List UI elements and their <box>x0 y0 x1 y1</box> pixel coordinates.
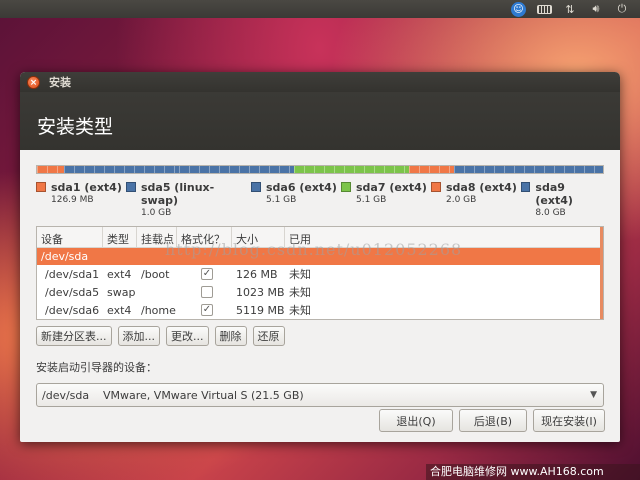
accessibility-icon[interactable]: ☺ <box>511 1 526 17</box>
legend-size: 126.9 MB <box>51 195 94 205</box>
cell-used: 未知 <box>289 286 311 299</box>
legend-item: sda5 (linux-swap) 1.0 GB <box>126 181 251 218</box>
boot-device-label: 安装启动引导器的设备： <box>36 361 157 374</box>
partition-bar-segment <box>64 166 179 173</box>
col-type[interactable]: 类型 <box>103 227 137 247</box>
col-format[interactable]: 格式化？ <box>177 227 232 247</box>
power-icon[interactable]: ⏻ <box>614 2 630 16</box>
device-name: /dev/sda <box>41 250 89 263</box>
table-row[interactable]: /dev/sda1 ext4/boot ✓ 126 MB 未知 <box>37 265 603 283</box>
revert-button[interactable]: 还原 <box>252 326 285 346</box>
legend-size: 5.1 GB <box>266 195 297 205</box>
legend-size: 1.0 GB <box>140 208 172 218</box>
legend-name: sda6 (ext4) <box>266 181 337 194</box>
table-header: 设备 类型 挂载点 格式化？ 大小 已用 <box>37 227 603 248</box>
new-partition-table-button[interactable]: 新建分区表... <box>36 326 112 346</box>
legend-size: 2.0 GB <box>446 195 477 205</box>
cell-size: 1023 MB <box>236 285 285 299</box>
table-rows: /dev/sda1 ext4/boot ✓ 126 MB 未知/dev/sda5 swap… <box>37 265 603 319</box>
table-row[interactable]: /dev/sda6 ext4/home ✓ 5119 MB 未知 <box>37 301 603 319</box>
boot-device-name: /dev/sda <box>42 388 90 402</box>
col-device[interactable]: 设备 <box>37 227 103 247</box>
boot-device-description: VMware, VMware Virtual S (21.5 GB) <box>103 388 304 402</box>
cell-format <box>177 286 232 298</box>
header: 安装类型 <box>20 92 620 150</box>
close-icon[interactable]: × <box>27 75 40 89</box>
col-mount[interactable]: 挂载点 <box>137 227 177 247</box>
partition-bar-segment <box>37 166 65 173</box>
cell-mount: /boot <box>141 267 170 281</box>
install-now-button[interactable]: 现在安装(I) <box>533 409 605 432</box>
partition-actions: 新建分区表... 添加... 更改... 删除 还原 <box>36 326 604 346</box>
legend-size: 8.0 GB <box>535 208 566 218</box>
cell-mount: /home <box>141 303 176 317</box>
table-row[interactable]: /dev/sda5 swap 1023 MB 未知 <box>37 283 603 301</box>
format-checkbox[interactable]: ✓ <box>201 304 213 316</box>
table-row-device[interactable]: /dev/sda <box>37 248 603 265</box>
footer-buttons: 退出(Q) 后退(B) 现在安装(I) <box>379 409 605 432</box>
cell-device: /dev/sda1 <box>45 267 100 281</box>
back-button[interactable]: 后退(B) <box>459 409 527 432</box>
partition-legend: sda1 (ext4) 126.9 MB sda5 (linux-swap) 1.0 … <box>36 181 604 218</box>
cell-device: /dev/sda5 <box>45 285 100 299</box>
partition-bar-segment <box>453 166 603 173</box>
titlebar: × 安装 <box>20 72 620 92</box>
cell-type: ext4 <box>107 303 132 317</box>
installer-window: × 安装 安装类型 sda1 (ext4) 126.9 MB sda5 (linux… <box>20 72 620 442</box>
delete-button[interactable]: 删除 <box>214 326 247 346</box>
cell-used: 未知 <box>289 304 311 317</box>
chevron-down-icon: ▼ <box>590 390 597 400</box>
content: sda1 (ext4) 126.9 MB sda5 (linux-swap) 1.0 … <box>20 150 620 407</box>
add-button[interactable]: 添加... <box>117 326 160 346</box>
cell-used: 未知 <box>289 268 311 281</box>
legend-swatch <box>251 182 261 192</box>
cell-format: ✓ <box>177 268 232 280</box>
table-scrollbar[interactable] <box>600 227 603 319</box>
cell-size: 5119 MB <box>236 303 285 317</box>
col-size[interactable]: 大小 <box>232 227 285 247</box>
window-title: 安装 <box>49 76 71 89</box>
format-checkbox[interactable] <box>201 286 213 298</box>
legend-swatch <box>126 182 136 192</box>
legend-item: sda1 (ext4) 126.9 MB <box>36 181 126 218</box>
network-icon[interactable]: ⇅ <box>562 2 578 16</box>
format-checkbox[interactable]: ✓ <box>201 268 213 280</box>
boot-device-select[interactable]: /dev/sda VMware, VMware Virtual S (21.5 … <box>36 383 604 407</box>
legend-name: sda5 (linux-swap) <box>140 181 215 207</box>
legend-swatch <box>36 182 46 192</box>
legend-name: sda8 (ext4) <box>446 181 517 194</box>
legend-name: sda7 (ext4) <box>356 181 427 194</box>
legend-swatch <box>521 182 531 192</box>
legend-swatch <box>341 182 351 192</box>
legend-name: sda9 (ext4) <box>535 181 573 207</box>
corner-watermark: 合肥电脑维修网 www.AH168.com <box>426 464 640 480</box>
partition-bar <box>36 165 604 174</box>
volume-icon[interactable]: 🔊︎ <box>588 2 604 16</box>
partition-bar-segment <box>178 166 294 173</box>
legend-size: 5.1 GB <box>356 195 387 205</box>
col-used[interactable]: 已用 <box>285 227 601 247</box>
partition-bar-segment <box>408 166 454 173</box>
cell-type: ext4 <box>107 267 132 281</box>
page-title: 安装类型 <box>37 116 114 138</box>
partition-table[interactable]: 设备 类型 挂载点 格式化？ 大小 已用 /dev/sda /dev/sda1 e… <box>36 226 604 320</box>
legend-item: sda7 (ext4) 5.1 GB <box>341 181 431 218</box>
top-panel: ☺ ⇅ 🔊︎ ⏻ <box>0 0 640 18</box>
cell-format: ✓ <box>177 304 232 316</box>
quit-button[interactable]: 退出(Q) <box>379 409 453 432</box>
legend-item: sda6 (ext4) 5.1 GB <box>251 181 341 218</box>
cell-device: /dev/sda6 <box>45 303 100 317</box>
cell-type: swap <box>107 285 136 299</box>
legend-name: sda1 (ext4) <box>51 181 122 194</box>
keyboard-icon[interactable] <box>536 2 552 16</box>
change-button[interactable]: 更改... <box>166 326 209 346</box>
partition-bar-segment <box>293 166 409 173</box>
legend-item: sda9 (ext4) 8.0 GB <box>521 181 601 218</box>
cell-size: 126 MB <box>236 267 278 281</box>
legend-swatch <box>431 182 441 192</box>
legend-item: sda8 (ext4) 2.0 GB <box>431 181 521 218</box>
